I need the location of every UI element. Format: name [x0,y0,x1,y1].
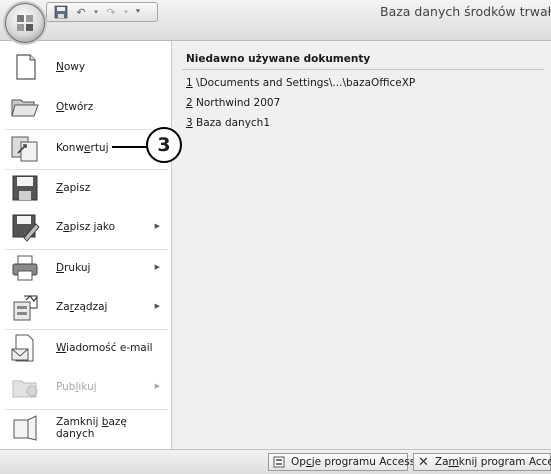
publish-icon [12,380,38,398]
recent-document-item[interactable]: 2 Northwind 2007 [186,97,280,109]
email-button[interactable]: Wiadomość e-mail [4,329,168,366]
new-icon [16,54,36,80]
recent-documents-panel: Niedawno używane dokumenty 1 \Documents … [172,41,551,449]
save-as-icon [12,214,40,242]
command-label: Nowy [56,61,86,73]
save-icon[interactable] [53,4,69,20]
publish-button[interactable]: Publikuj ▶ [4,369,168,405]
manage-button[interactable]: Zarządzaj ▶ [4,289,168,325]
office-logo-icon [17,15,33,31]
submenu-arrow-icon: ▶ [154,302,160,310]
command-label: Wiadomość e-mail [56,342,153,354]
options-icon [273,455,285,469]
menu-footer: Opcje programu Access ✕ Zamknij program … [0,449,551,474]
office-menu: Nowy Otwórz Konwertuj Zapisz Zapisz jako… [0,41,551,449]
command-label: Zamknij bazę danych [56,416,127,440]
close-icon: ✕ [418,454,429,470]
print-button[interactable]: Drukuj ▶ [4,249,168,286]
recent-document-item[interactable]: 3 Baza danych1 [186,117,270,129]
submenu-arrow-icon: ▶ [154,263,160,271]
save-as-button[interactable]: Zapisz jako ▶ [4,209,168,245]
recent-documents-title: Niedawno używane dokumenty [186,53,371,65]
redo-icon[interactable]: ↷ [103,4,119,20]
email-icon [11,334,34,362]
access-options-button[interactable]: Opcje programu Access [268,453,415,471]
command-label: Drukuj [56,262,91,274]
submenu-arrow-icon: ▶ [154,382,160,390]
command-label: Otwórz [56,101,94,113]
callout-badge: 3 [146,127,182,163]
command-label: Zapisz [56,182,91,194]
command-label: Zarządzaj [56,301,108,313]
save-button[interactable]: Zapisz [4,169,168,206]
title-bar: ↶ ▾ ↷ ▾ ⯆ Baza danych środków trwałych [0,0,551,43]
callout-line [112,146,148,148]
command-list: Nowy Otwórz Konwertuj Zapisz Zapisz jako… [0,41,172,449]
office-button[interactable] [5,3,45,43]
button-label: Zamknij program Access [434,456,551,468]
submenu-arrow-icon: ▶ [154,222,160,230]
dropdown-arrow-icon[interactable]: ▾ [123,4,129,20]
divider [182,69,544,70]
recent-document-item[interactable]: 1 \Documents and Settings\...\bazaOffice… [186,77,415,89]
new-button[interactable]: Nowy [4,49,168,85]
exit-access-button[interactable]: ✕ Zamknij program Access [413,453,551,471]
customize-qat-icon[interactable]: ⯆ [133,4,143,20]
dropdown-arrow-icon[interactable]: ▾ [93,4,99,20]
command-label: Konwertuj [56,142,109,154]
command-label: Publikuj [56,381,97,393]
close-database-icon [13,415,37,441]
open-icon [11,99,39,117]
quick-access-toolbar: ↶ ▾ ↷ ▾ ⯆ [46,2,158,22]
save-icon [12,175,38,201]
command-label: Zapisz jako [56,221,116,233]
convert-icon [11,136,38,162]
print-icon [12,255,38,281]
button-label: Opcje programu Access [291,456,416,468]
undo-icon[interactable]: ↶ [73,4,89,20]
open-button[interactable]: Otwórz [4,89,168,125]
close-database-button[interactable]: Zamknij bazę danych [4,409,168,446]
window-title: Baza danych środków trwałych [380,4,551,19]
manage-icon [13,295,38,321]
